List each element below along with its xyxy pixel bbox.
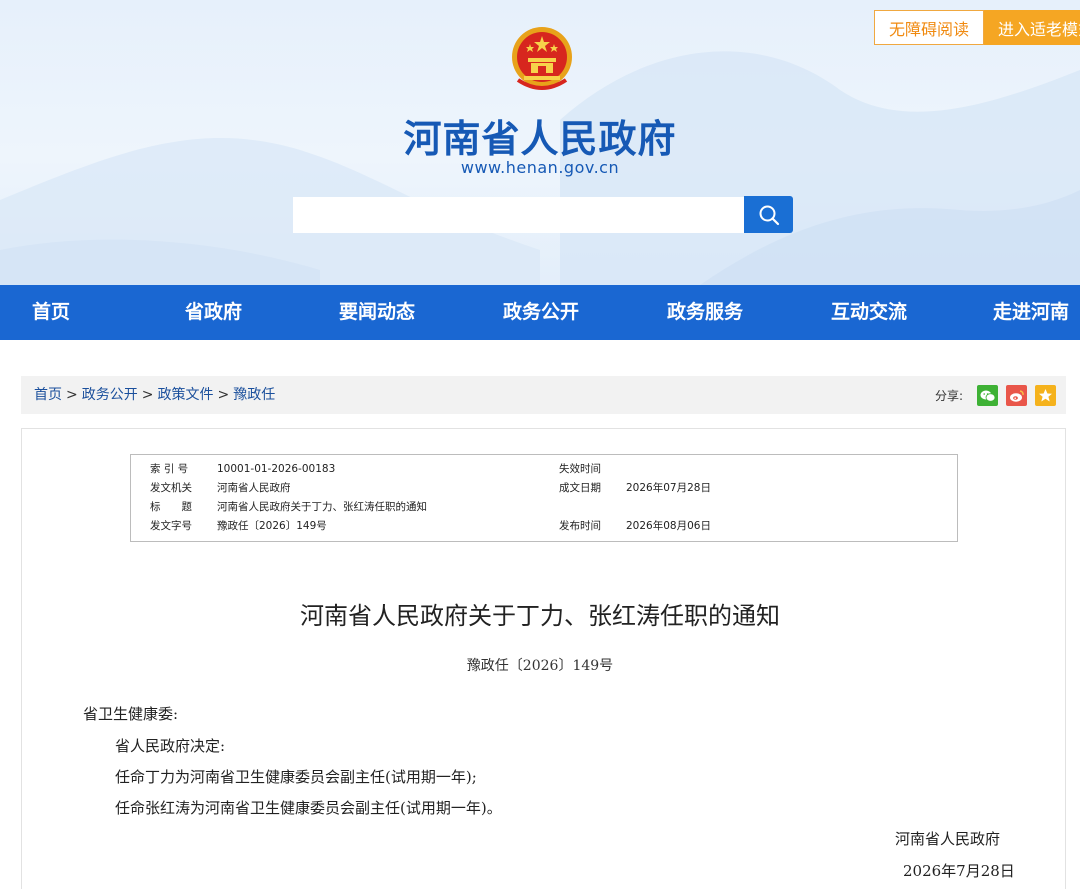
- qzone-icon[interactable]: [1035, 385, 1056, 406]
- meta-written-value: 2026年07月28日: [626, 482, 711, 494]
- main-nav: 首页 省政府 要闻动态 政务公开 政务服务 互动交流 走进河南: [0, 285, 1080, 340]
- meta-issuer-label: 发文机关: [150, 482, 192, 494]
- wechat-icon[interactable]: [977, 385, 998, 406]
- site-url: www.henan.gov.cn: [460, 158, 620, 177]
- meta-docno-value: 豫政任〔2026〕149号: [217, 520, 327, 532]
- nav-item-services[interactable]: 政务服务: [667, 285, 743, 340]
- meta-docno-label: 发文字号: [150, 520, 192, 532]
- meta-index-label: 索 引 号: [150, 463, 189, 475]
- meta-written-label: 成文日期: [559, 482, 601, 494]
- share-label: 分享:: [935, 389, 964, 403]
- nav-item-about-henan[interactable]: 走进河南: [993, 285, 1069, 340]
- article-title: 河南省人民政府关于丁力、张红涛任职的通知: [300, 602, 780, 630]
- article-recipient: 省卫生健康委:: [83, 705, 179, 723]
- site-title: 河南省人民政府: [403, 117, 677, 161]
- search-input[interactable]: [293, 197, 745, 233]
- article-paragraph: 任命张红涛为河南省卫生健康委员会副主任(试用期一年)。: [115, 799, 502, 817]
- article-paragraph: 省人民政府决定:: [115, 737, 226, 755]
- meta-title-value: 河南省人民政府关于丁力、张红涛任职的通知: [217, 501, 427, 513]
- breadcrumb: 首页 > 政务公开 > 政策文件 > 豫政任: [34, 376, 275, 414]
- weibo-icon[interactable]: [1006, 385, 1027, 406]
- elder-mode-button[interactable]: 进入适老模式: [984, 10, 1080, 45]
- site-header: 河南省人民政府 www.henan.gov.cn 无障碍阅读 进入适老模式: [0, 0, 1080, 285]
- nav-item-interaction[interactable]: 互动交流: [831, 285, 907, 340]
- nav-item-public-affairs[interactable]: 政务公开: [503, 285, 579, 340]
- nav-item-government[interactable]: 省政府: [185, 285, 242, 340]
- article-doc-number: 豫政任〔2026〕149号: [466, 658, 614, 674]
- article-date: 2026年7月28日: [903, 862, 1015, 880]
- breadcrumb-public-affairs[interactable]: 政务公开: [82, 387, 138, 403]
- meta-expire-label: 失效时间: [559, 463, 601, 475]
- breadcrumb-separator: >: [66, 387, 78, 403]
- article-signature: 河南省人民政府: [895, 830, 1001, 848]
- article-paragraph: 任命丁力为河南省卫生健康委员会副主任(试用期一年);: [115, 768, 477, 786]
- nav-item-home[interactable]: 首页: [32, 285, 70, 340]
- search-icon: [759, 205, 779, 225]
- meta-issuer-value: 河南省人民政府: [217, 482, 291, 494]
- meta-publish-value: 2026年08月06日: [626, 520, 711, 532]
- breadcrumb-policy-docs[interactable]: 政策文件: [157, 387, 213, 403]
- breadcrumb-separator: >: [217, 387, 230, 403]
- breadcrumb-bar: 首页 > 政务公开 > 政策文件 > 豫政任 分享:: [21, 376, 1066, 414]
- national-emblem-icon: [512, 27, 572, 90]
- breadcrumb-separator: >: [141, 387, 154, 403]
- document-meta-table: 索 引 号 10001-01-2026-00183 失效时间 发文机关 河南省人…: [130, 454, 958, 542]
- nav-item-news[interactable]: 要闻动态: [339, 285, 415, 340]
- breadcrumb-current[interactable]: 豫政任: [233, 387, 275, 403]
- breadcrumb-home[interactable]: 首页: [34, 387, 62, 403]
- search-button[interactable]: [744, 196, 793, 233]
- meta-publish-label: 发布时间: [559, 520, 601, 532]
- meta-title-label: 标 题: [150, 501, 192, 513]
- accessibility-button[interactable]: 无障碍阅读: [874, 10, 984, 45]
- meta-index-value: 10001-01-2026-00183: [217, 463, 336, 475]
